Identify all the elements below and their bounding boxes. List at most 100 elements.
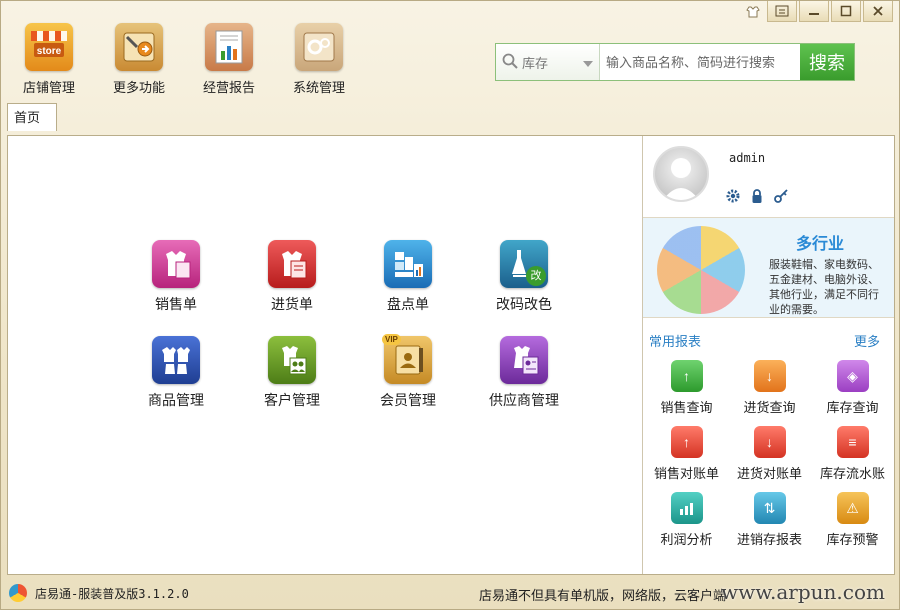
system-settings-icon bbox=[295, 23, 343, 71]
promo-title: 多行业 bbox=[796, 236, 845, 253]
stock-query-icon: ◈ bbox=[836, 360, 869, 392]
customer-management-icon bbox=[268, 336, 316, 384]
status-marquee: 店易通不但具有单机版，网络版，云客户端 bbox=[479, 588, 727, 603]
toolbar-label: 经营报告 bbox=[202, 80, 255, 95]
module-sales-order[interactable]: 销售单 bbox=[118, 240, 234, 314]
skin-icon[interactable] bbox=[741, 1, 765, 22]
supplier-management-icon bbox=[500, 336, 548, 384]
inventory-count-icon bbox=[384, 240, 432, 288]
sales-statement-icon: ↑ bbox=[670, 426, 703, 458]
avatar[interactable] bbox=[653, 146, 709, 202]
toolbar-system-management[interactable]: 系统管理 bbox=[285, 23, 353, 96]
minimize-icon[interactable] bbox=[799, 1, 829, 22]
toolbar-more-functions[interactable]: 更多功能 bbox=[105, 23, 173, 96]
report-label: 库存流水账 bbox=[819, 466, 885, 481]
search-icon bbox=[502, 53, 518, 72]
report-purchase-query[interactable]: ↓ 进货查询 bbox=[728, 360, 811, 416]
search-input[interactable] bbox=[600, 44, 800, 80]
user-panel: admin bbox=[643, 136, 894, 218]
maximize-icon[interactable] bbox=[831, 1, 861, 22]
report-stock-query[interactable]: ◈ 库存查询 bbox=[811, 360, 894, 416]
sales-order-icon bbox=[152, 240, 200, 288]
report-inventory-report[interactable]: ⇅ 进销存报表 bbox=[728, 492, 811, 548]
report-stock-ledger[interactable]: ≡ 库存流水账 bbox=[811, 426, 894, 482]
toolbar-label: 系统管理 bbox=[292, 80, 345, 95]
chevron-down-icon bbox=[583, 55, 593, 70]
search-scope-value: 库存 bbox=[522, 55, 549, 71]
gear-icon[interactable] bbox=[725, 188, 741, 204]
report-label: 库存查询 bbox=[826, 400, 879, 415]
module-grid: 销售单 进货单 盘点单 改 改码改色 商品管理 客户管理 VIP 会员管理 供应… bbox=[118, 240, 582, 410]
member-management-icon: VIP bbox=[382, 334, 432, 384]
lock-icon[interactable] bbox=[749, 188, 765, 204]
module-label: 销售单 bbox=[155, 296, 197, 312]
username: admin bbox=[729, 151, 766, 165]
stock-ledger-icon: ≡ bbox=[836, 426, 869, 458]
inventory-report-icon: ⇅ bbox=[753, 492, 786, 524]
watermark: www.arpun.com bbox=[721, 580, 885, 604]
vip-badge: VIP bbox=[382, 334, 401, 345]
product-management-icon bbox=[152, 336, 200, 384]
user-actions bbox=[725, 188, 789, 204]
report-sales-query[interactable]: ↑ 销售查询 bbox=[645, 360, 728, 416]
industry-globe-icon bbox=[657, 226, 745, 314]
module-product-management[interactable]: 商品管理 bbox=[118, 336, 234, 410]
profit-analysis-icon bbox=[670, 492, 703, 524]
module-label: 商品管理 bbox=[148, 392, 204, 408]
toolbar-label: 店铺管理 bbox=[22, 80, 75, 95]
menu-icon[interactable] bbox=[767, 1, 797, 22]
multi-industry-banner[interactable]: 多行业 服装鞋帽、家电数码、五金建材、电脑外设、其他行业，满足不同行业的需要。 bbox=[643, 218, 894, 318]
module-label: 改码改色 bbox=[496, 296, 552, 312]
sales-query-icon: ↑ bbox=[670, 360, 703, 392]
main-panel: 销售单 进货单 盘点单 改 改码改色 商品管理 客户管理 VIP 会员管理 供应… bbox=[7, 135, 895, 575]
purchase-query-icon: ↓ bbox=[753, 360, 786, 392]
main-toolbar: store 店铺管理 更多功能 经营报告 系统管理 bbox=[15, 23, 353, 96]
toolbar-label: 更多功能 bbox=[112, 80, 165, 95]
search-scope-dropdown[interactable]: 库存 bbox=[496, 44, 600, 80]
report-label: 进货查询 bbox=[743, 400, 796, 415]
module-change-code-color[interactable]: 改 改码改色 bbox=[466, 240, 582, 314]
app-logo-icon bbox=[9, 584, 27, 602]
search-bar: 库存 搜索 bbox=[495, 43, 855, 81]
promo-text: 服装鞋帽、家电数码、五金建材、电脑外设、其他行业，满足不同行业的需要。 bbox=[769, 259, 879, 316]
module-customer-management[interactable]: 客户管理 bbox=[234, 336, 350, 410]
change-code-color-icon: 改 bbox=[500, 240, 548, 288]
tab-home[interactable]: 首页 bbox=[7, 103, 57, 131]
close-icon[interactable] bbox=[863, 1, 893, 22]
purchase-statement-icon: ↓ bbox=[753, 426, 786, 458]
report-sales-statement[interactable]: ↑ 销售对账单 bbox=[645, 426, 728, 482]
report-label: 利润分析 bbox=[660, 532, 713, 547]
status-bar: 店易通-服装普及版3.1.2.0 店易通不但具有单机版，网络版，云客户端 www… bbox=[1, 577, 899, 609]
report-purchase-statement[interactable]: ↓ 进货对账单 bbox=[728, 426, 811, 482]
report-label: 销售对账单 bbox=[653, 466, 719, 481]
report-label: 进销存报表 bbox=[736, 532, 802, 547]
store-icon: store bbox=[25, 23, 73, 71]
purchase-order-icon bbox=[268, 240, 316, 288]
report-profit-analysis[interactable]: 利润分析 bbox=[645, 492, 728, 548]
key-icon[interactable] bbox=[773, 188, 789, 204]
report-label: 进货对账单 bbox=[736, 466, 802, 481]
module-inventory-count[interactable]: 盘点单 bbox=[350, 240, 466, 314]
module-label: 客户管理 bbox=[264, 392, 320, 408]
change-badge: 改 bbox=[526, 266, 546, 286]
module-purchase-order[interactable]: 进货单 bbox=[234, 240, 350, 314]
module-label: 供应商管理 bbox=[489, 392, 559, 408]
module-member-management[interactable]: VIP 会员管理 bbox=[350, 334, 466, 410]
reports-title: 常用报表 bbox=[649, 334, 702, 349]
report-chart-icon bbox=[205, 23, 253, 71]
toolbar-store-management[interactable]: store 店铺管理 bbox=[15, 23, 83, 96]
window-controls bbox=[741, 1, 893, 22]
report-stock-alert[interactable]: ⚠ 库存预警 bbox=[811, 492, 894, 548]
report-grid: ↑ 销售查询 ↓ 进货查询 ◈ 库存查询 ↑ 销售对账单 ↓ 进货对账单 ≡ 库… bbox=[643, 360, 894, 548]
module-supplier-management[interactable]: 供应商管理 bbox=[466, 336, 582, 410]
search-button[interactable]: 搜索 bbox=[800, 44, 854, 80]
status-version: 店易通-服装普及版3.1.2.0 bbox=[35, 586, 189, 601]
module-label: 进货单 bbox=[271, 296, 313, 312]
store-icon-text: store bbox=[36, 46, 62, 57]
app-window: store 店铺管理 更多功能 经营报告 系统管理 库存 输入商品名称、简码进行… bbox=[0, 0, 900, 610]
reports-more-link[interactable]: 更多 bbox=[854, 331, 880, 350]
stock-alert-icon: ⚠ bbox=[836, 492, 869, 524]
more-functions-icon bbox=[115, 23, 163, 71]
report-label: 库存预警 bbox=[826, 532, 879, 547]
toolbar-business-report[interactable]: 经营报告 bbox=[195, 23, 263, 96]
